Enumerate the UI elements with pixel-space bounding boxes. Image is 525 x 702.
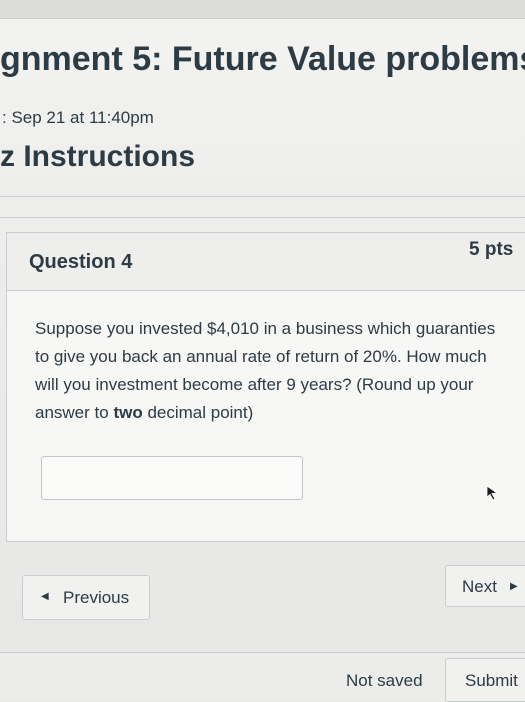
triangle-right-icon: ▶: [510, 581, 518, 592]
instructions-heading: z Instructions: [0, 140, 196, 173]
previous-button[interactable]: ◀ Previous: [22, 575, 150, 620]
previous-label: Previous: [63, 588, 130, 607]
save-status: Not saved: [346, 671, 423, 690]
answer-input[interactable]: [41, 456, 303, 500]
submit-button[interactable]: Submit: [445, 658, 525, 702]
page-title: gnment 5: Future Value problems: [0, 40, 525, 78]
top-strip: [0, 0, 525, 19]
question-points: 5 pts: [469, 239, 514, 260]
due-date: : Sep 21 at 11:40pm: [2, 108, 154, 127]
mouse-cursor-icon: [486, 485, 499, 501]
next-label: Next: [462, 577, 497, 596]
next-button[interactable]: Next ▶: [445, 565, 525, 607]
question-name: Question 4: [29, 251, 133, 273]
submit-label: Submit: [465, 671, 518, 690]
question-text-before: Suppose you invested $4,010 in a busines…: [35, 319, 496, 422]
section-divider: [0, 217, 525, 218]
question-card: Question 4 5 pts Suppose you invested $4…: [6, 232, 525, 542]
question-header: Question 4 5 pts: [7, 233, 525, 291]
triangle-left-icon: ◀: [41, 591, 49, 602]
question-text: Suppose you invested $4,010 in a busines…: [35, 315, 505, 427]
header-divider: [0, 196, 525, 197]
question-text-after: decimal point): [142, 403, 254, 422]
question-text-bold: two: [113, 403, 143, 422]
